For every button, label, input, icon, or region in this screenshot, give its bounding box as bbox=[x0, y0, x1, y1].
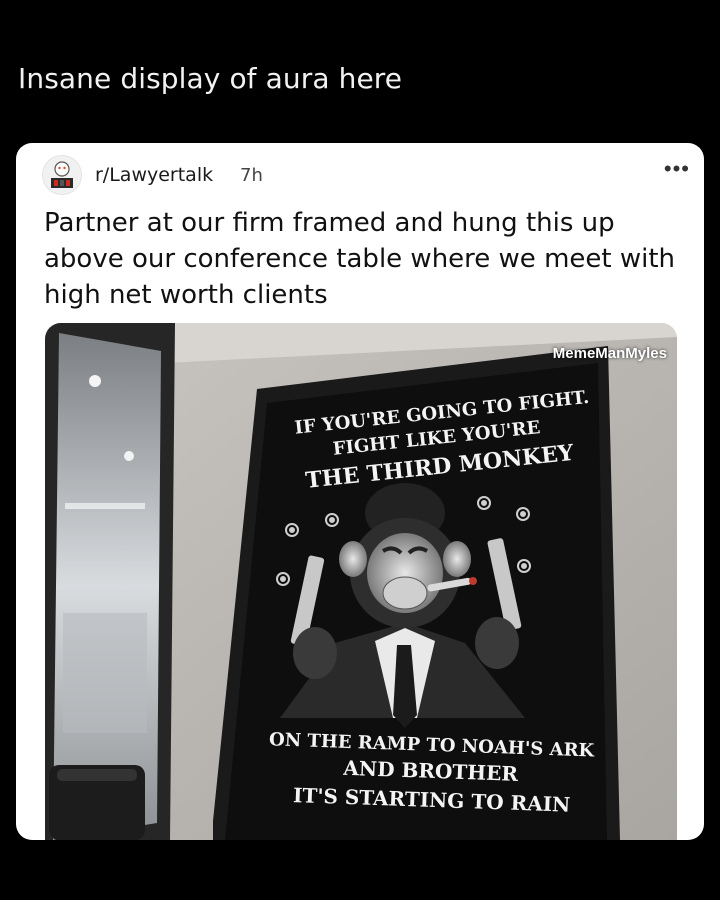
post-image[interactable]: IF YOU'RE GOING TO FIGHT. FIGHT LIKE YOU… bbox=[45, 323, 677, 840]
watermark-text: MemeManMyles bbox=[552, 345, 667, 362]
post-card[interactable]: r/Lawyertalk 7h ••• Partner at our firm … bbox=[16, 143, 704, 840]
subreddit-name-link[interactable]: r/Lawyertalk bbox=[95, 164, 213, 186]
subreddit-avatar-icon[interactable] bbox=[42, 155, 82, 195]
more-options-icon[interactable]: ••• bbox=[664, 156, 690, 182]
caption-text: Insane display of aura here bbox=[18, 62, 403, 95]
poster-photo: IF YOU'RE GOING TO FIGHT. FIGHT LIKE YOU… bbox=[45, 323, 677, 840]
post-age: 7h bbox=[240, 165, 263, 186]
post-title[interactable]: Partner at our firm framed and hung this… bbox=[44, 205, 684, 313]
post-header: r/Lawyertalk 7h ••• bbox=[42, 155, 689, 195]
